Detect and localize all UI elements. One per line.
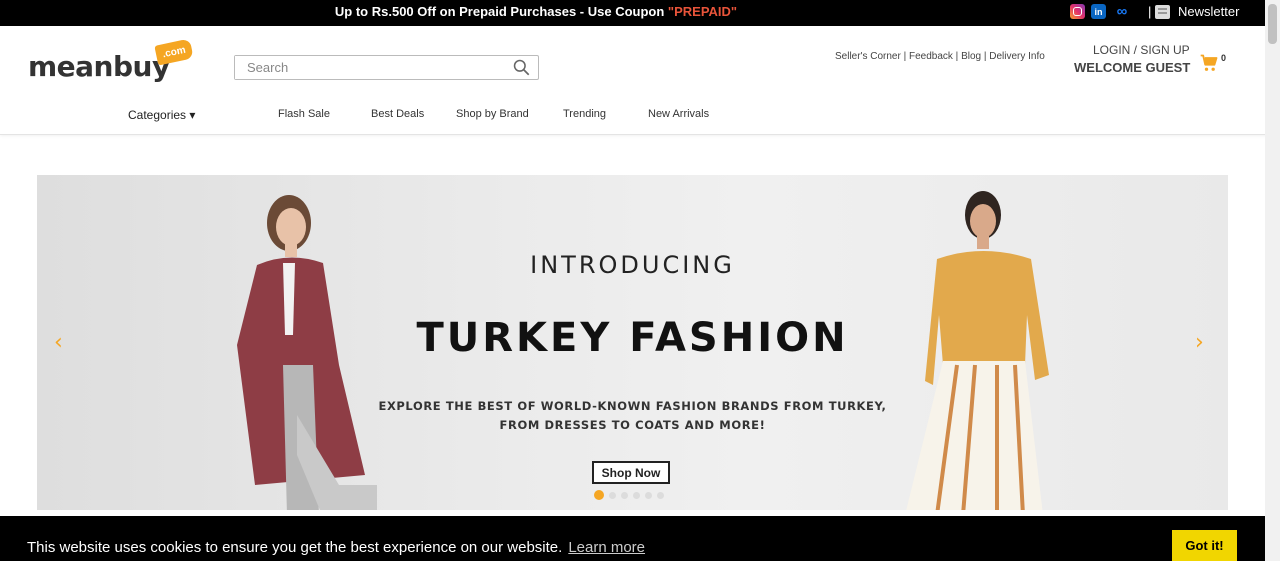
coupon-code: "PREPAID" xyxy=(667,4,738,19)
link-separator: | xyxy=(981,51,990,62)
newsletter-link[interactable]: Newsletter xyxy=(1155,4,1239,19)
newsletter-icon xyxy=(1155,4,1170,19)
logo-wordmark: meanbuy xyxy=(28,50,170,83)
cookie-message: This website uses cookies to ensure you … xyxy=(27,539,645,556)
scrollbar-thumb[interactable] xyxy=(1268,4,1277,44)
slide-dot[interactable] xyxy=(645,491,652,499)
search-box xyxy=(234,55,539,80)
slide-dot[interactable] xyxy=(621,491,628,499)
hero-banner[interactable]: ‹ › INTRODUCING TURKEY FASHION EXPLORE T… xyxy=(37,175,1228,510)
banner-headline: TURKEY FASHION xyxy=(416,315,849,361)
banner-subtext: EXPLORE THE BEST OF WORLD-KNOWN FASHION … xyxy=(37,397,1228,435)
shop-now-button[interactable]: Shop Now xyxy=(592,461,670,484)
meanbuy-logo[interactable]: meanbuy .com xyxy=(28,38,198,86)
promo-message: Up to Rs.500 Off on Prepaid Purchases - … xyxy=(334,4,668,19)
got-it-button[interactable]: Got it! xyxy=(1172,530,1237,561)
social-links: in ∞ | xyxy=(1070,3,1152,20)
sellers-corner-link[interactable]: Seller's Corner xyxy=(835,51,901,62)
header-links: Seller's Corner | Feedback | Blog | Deli… xyxy=(835,51,1045,62)
page-scrollbar[interactable] xyxy=(1265,0,1280,561)
meta-icon[interactable]: ∞ xyxy=(1112,3,1132,20)
categories-menu[interactable]: Categories ▾ xyxy=(128,108,195,122)
cookie-consent-bar: This website uses cookies to ensure you … xyxy=(0,516,1265,561)
nav-flash-sale[interactable]: Flash Sale xyxy=(278,108,330,120)
learn-more-link[interactable]: Learn more xyxy=(568,539,645,556)
blog-link[interactable]: Blog xyxy=(961,51,981,62)
slide-dot[interactable] xyxy=(657,491,664,499)
link-separator: | xyxy=(900,51,909,62)
slide-dot[interactable] xyxy=(633,491,640,499)
site-header: meanbuy .com Seller's Corner | Feedback … xyxy=(0,26,1280,135)
search-icon[interactable] xyxy=(513,59,530,76)
instagram-icon[interactable] xyxy=(1070,4,1085,19)
banner-intro-text: INTRODUCING xyxy=(530,251,735,279)
slide-dot[interactable] xyxy=(594,490,604,500)
login-signup-link[interactable]: LOGIN / SIGN UP xyxy=(1093,43,1190,57)
link-separator: | xyxy=(952,51,962,62)
slide-dot[interactable] xyxy=(609,491,616,499)
slide-indicators xyxy=(594,490,664,500)
nav-trending[interactable]: Trending xyxy=(563,108,606,120)
logo-tag: .com xyxy=(154,38,194,66)
welcome-guest: WELCOME GUEST xyxy=(1074,60,1191,75)
banner-subtext-line: EXPLORE THE BEST OF WORLD-KNOWN FASHION … xyxy=(378,399,887,413)
promo-topbar: Up to Rs.500 Off on Prepaid Purchases - … xyxy=(0,0,1280,26)
cart-icon[interactable] xyxy=(1199,53,1219,73)
feedback-link[interactable]: Feedback xyxy=(909,51,953,62)
promo-text: Up to Rs.500 Off on Prepaid Purchases - … xyxy=(0,4,1072,19)
nav-shop-by-brand[interactable]: Shop by Brand xyxy=(456,108,529,120)
linkedin-icon[interactable]: in xyxy=(1091,4,1106,19)
cookie-message-text: This website uses cookies to ensure you … xyxy=(27,539,563,556)
nav-best-deals[interactable]: Best Deals xyxy=(371,108,424,120)
newsletter-label: Newsletter xyxy=(1178,4,1240,19)
banner-subtext-line: FROM DRESSES TO COATS AND MORE! xyxy=(499,418,766,432)
cart-count: 0 xyxy=(1221,53,1227,63)
delivery-info-link[interactable]: Delivery Info xyxy=(989,51,1045,62)
search-input[interactable] xyxy=(235,56,505,79)
separator: | xyxy=(1148,4,1152,19)
nav-new-arrivals[interactable]: New Arrivals xyxy=(648,108,709,120)
